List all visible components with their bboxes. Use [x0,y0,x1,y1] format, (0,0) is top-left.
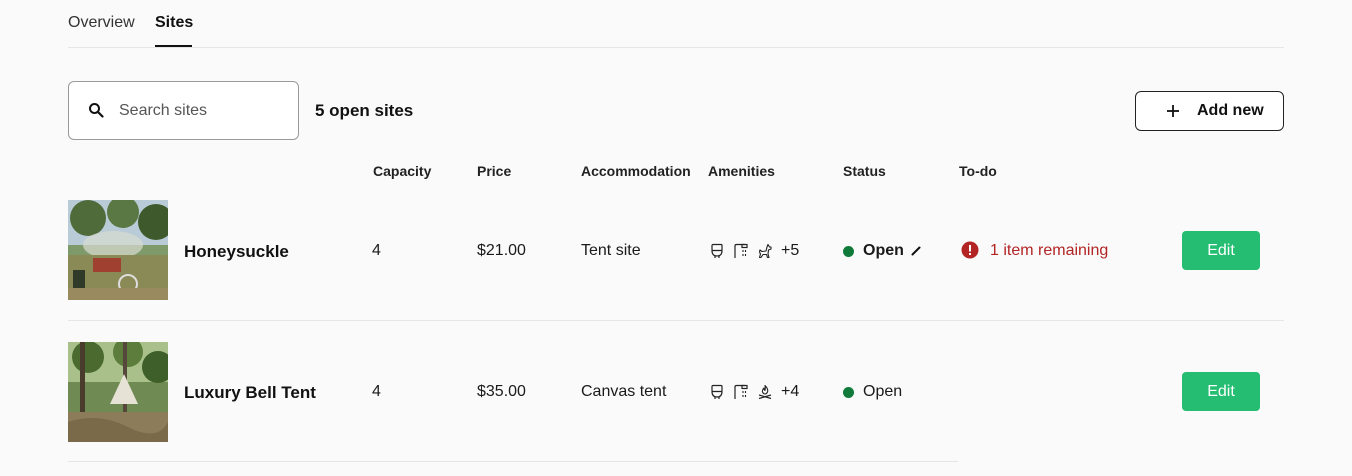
alert-icon [961,241,979,259]
status-dot [843,246,854,257]
shower-icon [734,384,748,399]
plus-icon [1167,105,1179,117]
status-label: Open [863,242,904,259]
site-name[interactable]: Honeysuckle [184,242,289,262]
column-header-price: Price [477,163,512,179]
tab-bar: Overview Sites [68,0,1284,48]
edit-button[interactable]: Edit [1182,372,1260,411]
capacity-value: 4 [372,383,381,400]
tab-overview[interactable]: Overview [68,14,135,32]
accommodation-value: Tent site [581,242,641,259]
toilet-icon [711,384,723,399]
toilet-icon [711,243,723,258]
price-value: $35.00 [477,383,526,400]
add-new-button[interactable]: Add new [1135,91,1284,131]
site-thumbnail [68,342,168,442]
pencil-icon[interactable] [911,246,921,256]
column-header-amenities: Amenities [708,163,775,179]
row-divider [68,320,1284,321]
search-input[interactable] [119,100,289,122]
edit-button[interactable]: Edit [1182,231,1260,270]
open-sites-count: 5 open sites [315,101,414,120]
status-dot [843,387,854,398]
tab-sites[interactable]: Sites [155,14,193,32]
search-icon [89,103,104,118]
column-header-todo: To-do [959,163,997,179]
add-new-label: Add new [1197,102,1264,119]
search-box[interactable] [68,81,299,140]
site-thumbnail [68,200,168,300]
todo-status[interactable]: 1 item remaining [990,242,1108,260]
shower-icon [734,243,748,258]
price-value: $21.00 [477,242,526,259]
status-label: Open [863,383,903,400]
column-header-accommodation: Accommodation [581,163,691,179]
pets-icon [758,243,772,259]
campfire-icon [758,384,772,400]
accommodation-value: Canvas tent [581,383,667,400]
row-divider [68,461,958,462]
amenities-list: +4 [709,383,799,401]
amenities-list: +5 [709,242,799,260]
column-header-status: Status [843,163,886,179]
amenities-more-count[interactable]: +4 [781,383,799,401]
active-tab-indicator [155,45,192,47]
amenities-more-count[interactable]: +5 [781,242,799,260]
column-header-capacity: Capacity [373,163,432,179]
site-name[interactable]: Luxury Bell Tent [184,383,316,403]
capacity-value: 4 [372,242,381,259]
